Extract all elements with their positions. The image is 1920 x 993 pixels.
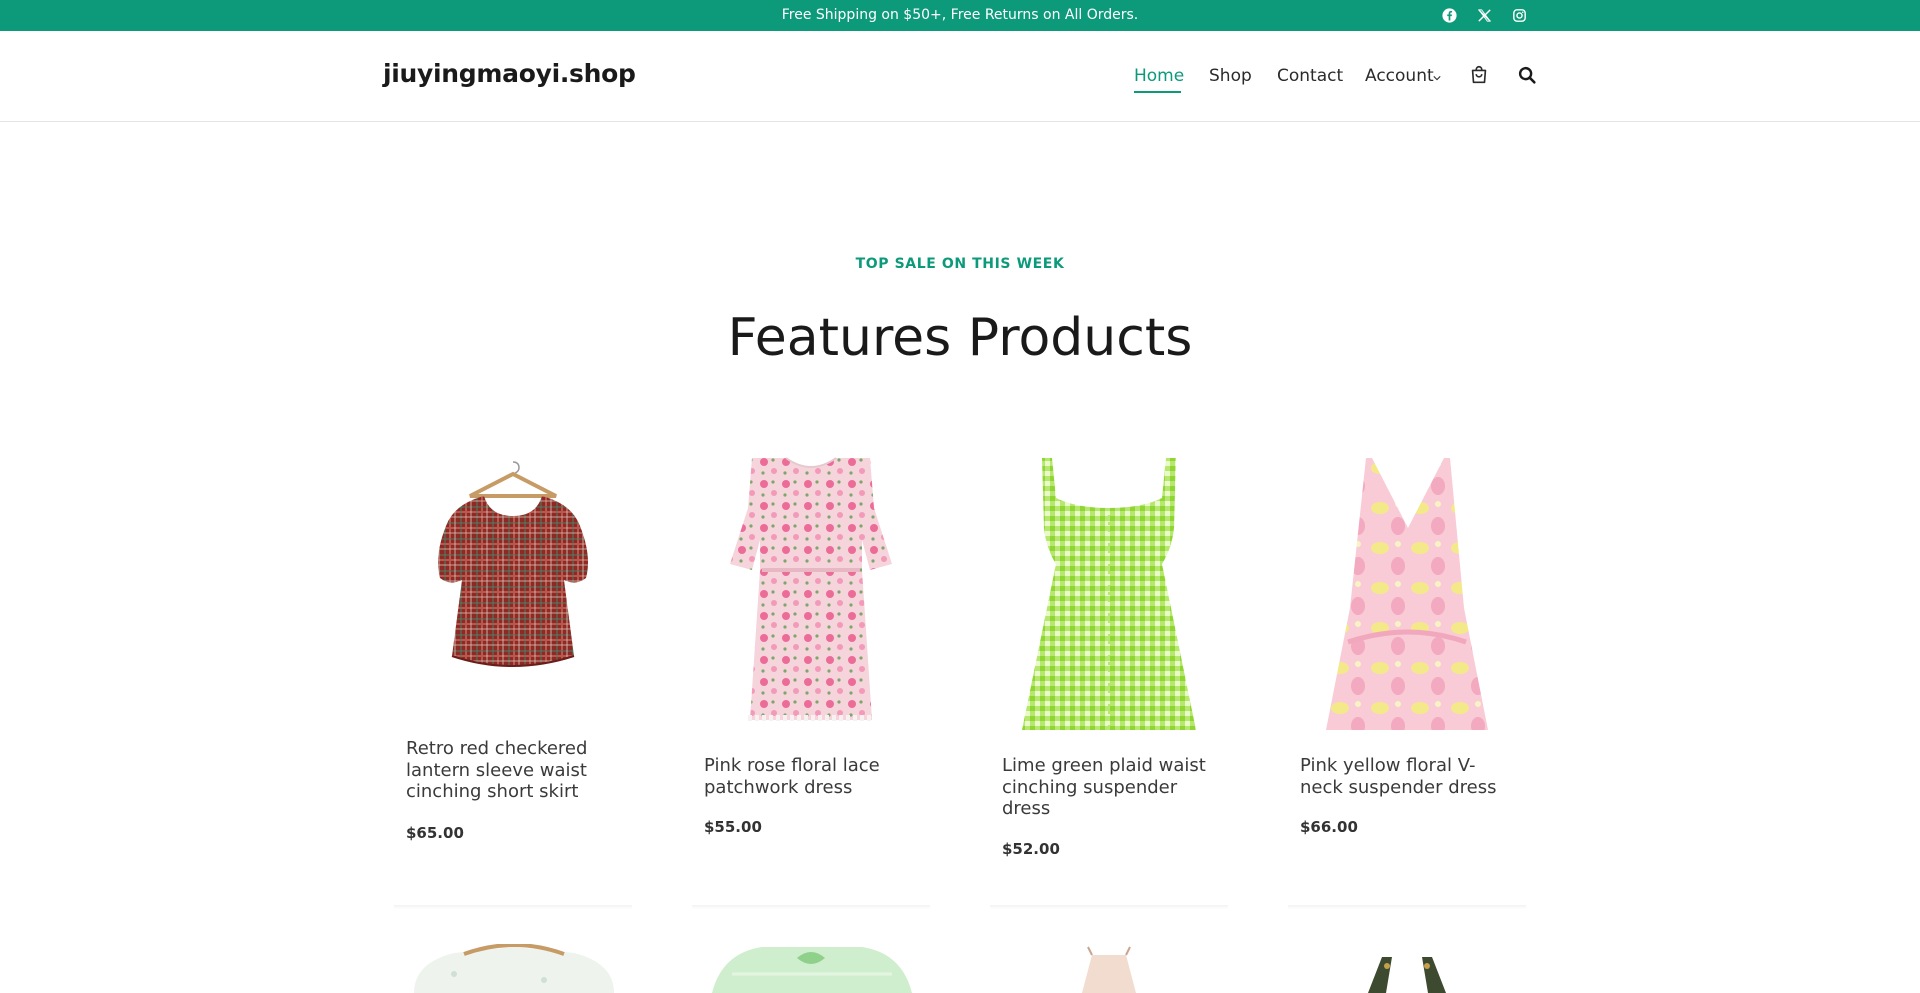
product-image[interactable] [692, 456, 930, 731]
product-image[interactable] [990, 456, 1228, 731]
card-divider [990, 905, 1228, 909]
product-price: $66.00 [1300, 818, 1358, 836]
product-name[interactable]: Lime green plaid waist cinching suspende… [1002, 755, 1216, 820]
product-image[interactable] [692, 944, 930, 993]
shopping-bag-icon[interactable] [1468, 64, 1490, 86]
product-image[interactable] [1288, 456, 1526, 731]
section-eyebrow: TOP SALE ON THIS WEEK [855, 256, 1065, 272]
facebook-icon[interactable] [1440, 6, 1459, 25]
nav-active-indicator [1134, 91, 1181, 93]
product-price: $52.00 [1002, 840, 1060, 858]
chevron-down-icon[interactable] [1433, 74, 1441, 82]
section-title: Features Products [727, 308, 1193, 368]
site-header: jiuyingmaoyi.shop Home Shop Contact Acco… [0, 31, 1920, 122]
card-divider [1288, 905, 1526, 909]
product-price: $55.00 [704, 818, 762, 836]
product-image[interactable] [1288, 944, 1526, 993]
announcement-bar: Free Shipping on $50+, Free Returns on A… [0, 0, 1920, 31]
nav-home[interactable]: Home [1134, 66, 1184, 86]
product-image[interactable] [394, 944, 632, 993]
announcement-text: Free Shipping on $50+, Free Returns on A… [781, 7, 1139, 23]
nav-account[interactable]: Account [1365, 66, 1434, 86]
product-name[interactable]: Pink rose floral lace patchwork dress [704, 755, 918, 798]
site-logo[interactable]: jiuyingmaoyi.shop [383, 59, 636, 88]
nav-shop[interactable]: Shop [1209, 66, 1252, 86]
instagram-icon[interactable] [1510, 6, 1529, 25]
product-image[interactable] [394, 456, 632, 731]
product-name[interactable]: Pink yellow floral V-neck suspender dres… [1300, 755, 1514, 798]
x-twitter-icon[interactable] [1475, 6, 1494, 25]
search-icon[interactable] [1516, 64, 1538, 86]
product-name[interactable]: Retro red checkered lantern sleeve waist… [406, 738, 620, 803]
card-divider [692, 905, 930, 909]
product-price: $65.00 [406, 824, 464, 842]
card-divider [394, 905, 632, 909]
product-image[interactable] [990, 944, 1228, 993]
nav-contact[interactable]: Contact [1277, 66, 1343, 86]
